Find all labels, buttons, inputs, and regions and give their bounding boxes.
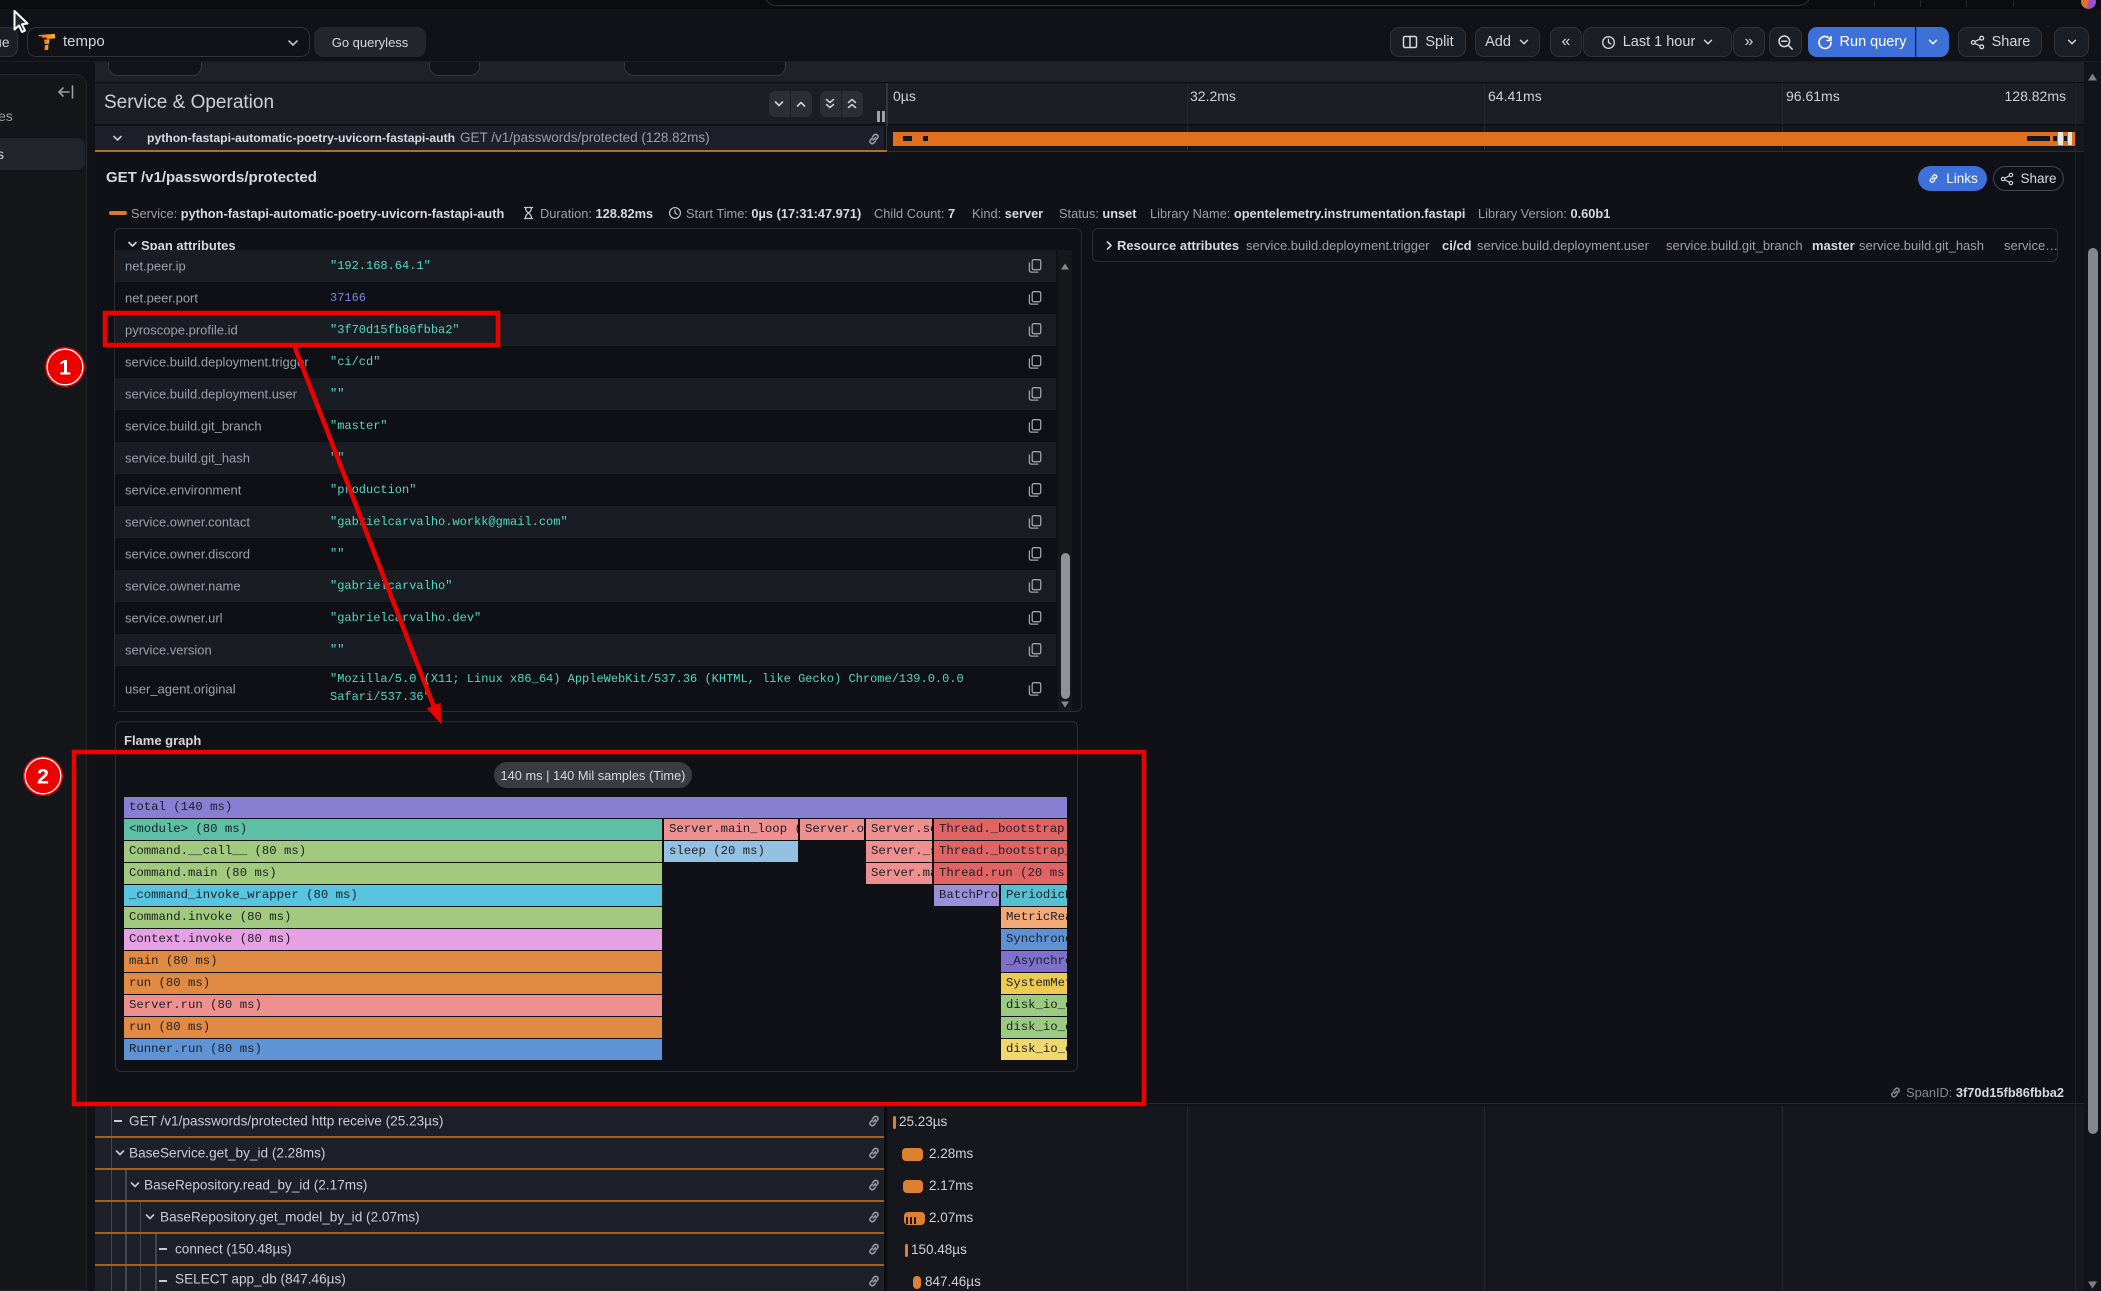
svg-text:1: 1 — [59, 356, 71, 380]
svg-text:2: 2 — [37, 765, 49, 789]
